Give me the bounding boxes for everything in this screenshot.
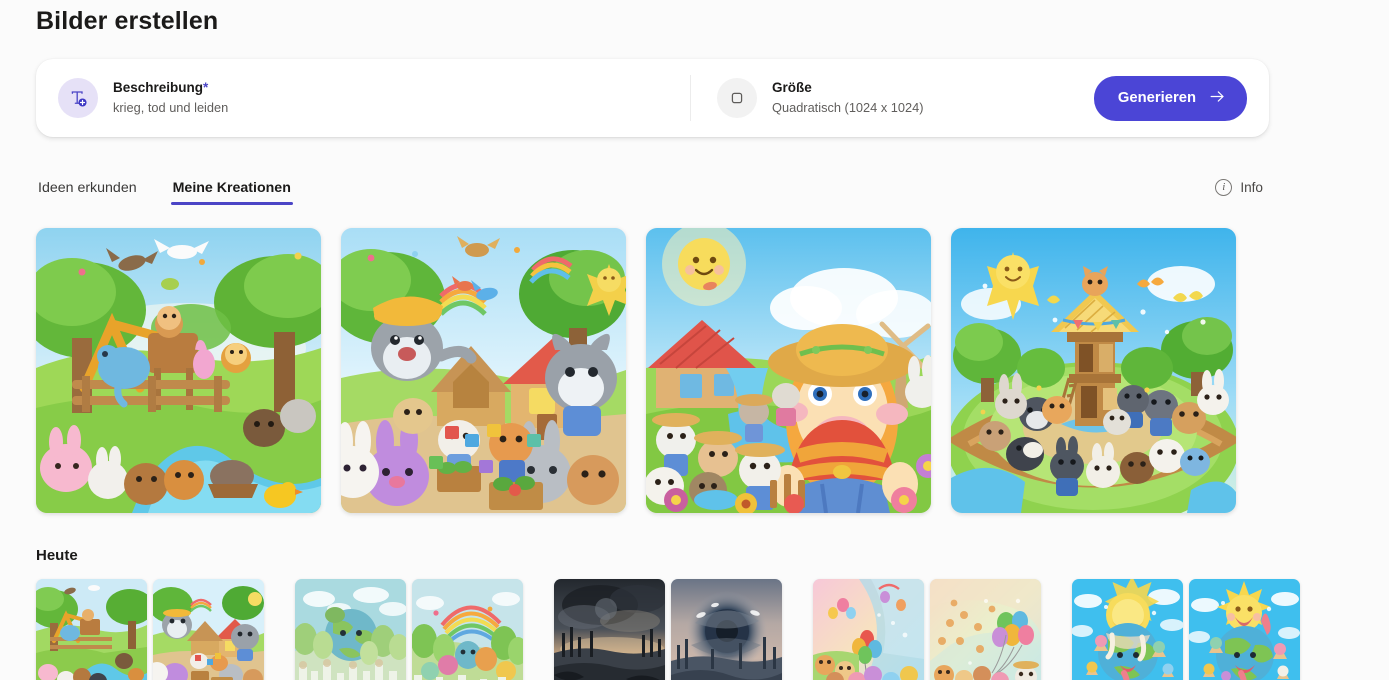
size-value: Quadratisch (1024 x 1024) <box>772 100 924 115</box>
description-field[interactable]: Beschreibung* krieg, tod und leiden <box>36 59 690 137</box>
size-label: Größe <box>772 80 812 95</box>
info-button-label: Info <box>1240 180 1263 195</box>
tab-ideen-erkunden[interactable]: Ideen erkunden <box>36 180 139 205</box>
thumb-melting-earth-sun[interactable] <box>1072 579 1183 680</box>
description-value: krieg, tod und leiden <box>113 100 229 115</box>
description-label: Beschreibung* <box>113 79 228 97</box>
thumb-earth-character[interactable] <box>295 579 406 680</box>
thumb-group-earth-rainbow <box>295 579 523 680</box>
arrow-right-icon <box>1208 87 1227 110</box>
gallery-item-treehouse-isometric-animals[interactable] <box>951 228 1236 513</box>
tab-meine-kreationen[interactable]: Meine Kreationen <box>170 180 294 205</box>
thumb-group-forest-village <box>36 579 264 680</box>
thumb-playground-forest[interactable] <box>36 579 147 680</box>
image-creator-page: Bilder erstellen Beschreibung* krieg, to… <box>0 0 1389 680</box>
today-thumbnail-row <box>36 579 1353 680</box>
info-button[interactable]: i Info <box>1209 178 1269 205</box>
required-marker: * <box>203 80 209 95</box>
thumb-village-garden[interactable] <box>153 579 264 680</box>
gallery-item-village-garden-animals[interactable] <box>341 228 626 513</box>
tab-bar: Ideen erkunden Meine Kreationen i Info <box>36 171 1269 205</box>
gallery-item-farm-cow-farmer[interactable] <box>646 228 931 513</box>
thumb-group-sun-earth-icecream <box>1072 579 1300 680</box>
text-add-icon <box>58 78 98 118</box>
size-field[interactable]: Größe Quadratisch (1024 x 1024) <box>772 79 924 117</box>
thumb-group-balloons-pastel <box>813 579 1041 680</box>
thumb-dark-vortex[interactable] <box>671 579 782 680</box>
thumb-dark-storm[interactable] <box>554 579 665 680</box>
size-section: Größe Quadratisch (1024 x 1024) Generier… <box>691 59 1269 137</box>
gallery-item-playground-forest-animals[interactable] <box>36 228 321 513</box>
thumb-balloons-crowd[interactable] <box>813 579 924 680</box>
generate-button[interactable]: Generieren <box>1093 75 1247 121</box>
today-heading: Heute <box>36 547 78 564</box>
prompt-toolbar: Beschreibung* krieg, tod und leiden Größ… <box>36 59 1269 137</box>
thumb-rainbow-landscape[interactable] <box>412 579 523 680</box>
generate-button-label: Generieren <box>1117 90 1196 106</box>
thumb-earth-icecream[interactable] <box>1189 579 1300 680</box>
square-outline-icon <box>717 78 757 118</box>
page-title: Bilder erstellen <box>36 7 219 35</box>
thumb-balloons-bunch[interactable] <box>930 579 1041 680</box>
info-circle-icon: i <box>1215 179 1233 196</box>
creations-gallery <box>36 228 1353 513</box>
description-label-text: Beschreibung <box>113 80 204 95</box>
thumb-group-dark-apocalypse <box>554 579 782 680</box>
